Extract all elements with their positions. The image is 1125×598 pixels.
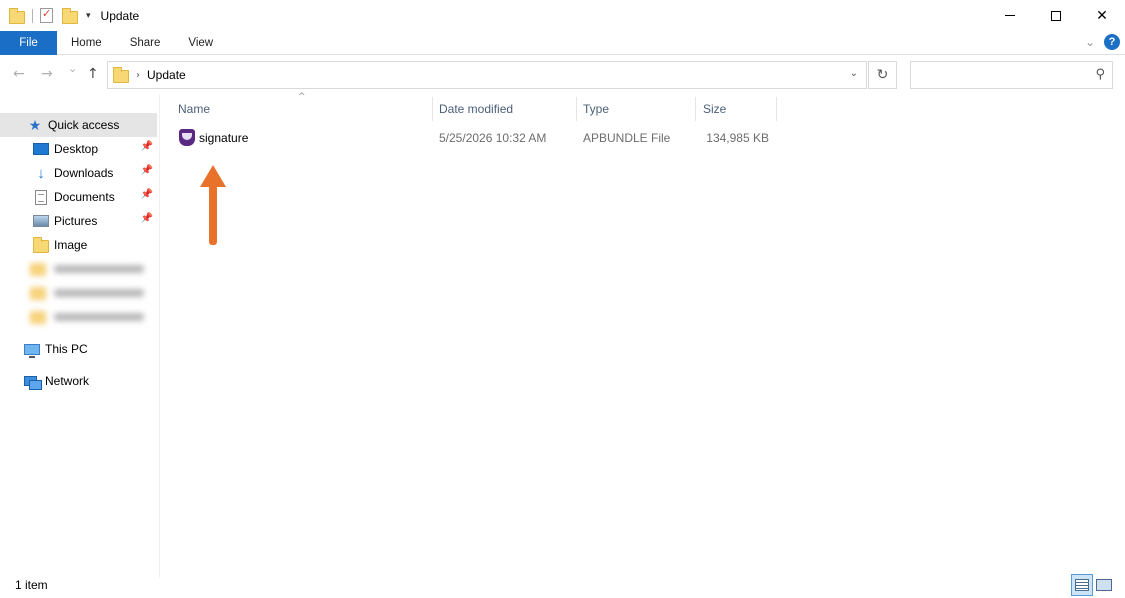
minimize-button[interactable] <box>987 0 1033 31</box>
search-icon: ⚲ <box>1095 67 1105 82</box>
new-folder-icon[interactable] <box>62 7 78 24</box>
folder-icon <box>113 66 129 83</box>
sidebar-item-label: Network <box>45 374 90 388</box>
pin-icon: 📌 <box>140 165 153 176</box>
column-divider[interactable] <box>576 97 577 121</box>
download-icon: ↓ <box>37 164 45 182</box>
window-title: Update <box>100 8 140 23</box>
forward-button[interactable]: → <box>41 66 53 82</box>
refresh-button[interactable]: ↻ <box>868 61 897 89</box>
large-icons-view-button[interactable] <box>1093 574 1115 596</box>
chevron-down-icon[interactable]: ⌄ <box>850 68 858 79</box>
blurred-folder-item[interactable] <box>30 284 158 302</box>
apbundle-file-icon <box>179 129 195 146</box>
properties-icon[interactable] <box>40 7 56 24</box>
sidebar-item-this-pc[interactable]: This PC <box>0 337 157 361</box>
folder-icon <box>33 237 49 253</box>
search-input[interactable]: ⚲ <box>910 61 1113 89</box>
folder-icon[interactable] <box>9 7 25 24</box>
window-controls: ✕ <box>987 0 1125 31</box>
network-icon <box>24 373 42 390</box>
maximize-button[interactable] <box>1033 0 1079 31</box>
pictures-icon <box>33 213 49 229</box>
close-icon: ✕ <box>1096 7 1108 24</box>
sidebar-item-quick-access[interactable]: ★ Quick access <box>0 113 157 137</box>
sidebar-item-label: Quick access <box>48 118 120 132</box>
back-button[interactable]: ← <box>13 66 25 82</box>
table-row[interactable]: signature 5/25/2026 10:32 AM APBUNDLE Fi… <box>175 127 775 149</box>
help-icon[interactable]: ? <box>1104 34 1120 50</box>
toolbar-divider <box>32 8 33 23</box>
sidebar-item-label: This PC <box>45 342 88 356</box>
column-header-size[interactable]: Size <box>703 96 726 122</box>
tab-share[interactable]: Share <box>116 31 175 55</box>
customize-dropdown-icon[interactable]: ▾ <box>86 11 91 21</box>
column-header-type[interactable]: Type <box>583 96 609 122</box>
file-type: APBUNDLE File <box>583 131 671 145</box>
document-icon <box>33 189 49 205</box>
details-view-button[interactable] <box>1071 574 1093 596</box>
sidebar-item-label: Desktop <box>54 142 99 156</box>
breadcrumb[interactable]: Update <box>147 68 186 82</box>
status-item-count: 1 item <box>15 578 48 592</box>
expand-ribbon-icon[interactable]: ⌄ <box>1085 35 1095 49</box>
computer-icon <box>24 341 40 358</box>
ribbon-tabs: File Home Share View ⌄ ? <box>0 30 1125 55</box>
sort-ascending-icon: ^ <box>298 92 306 102</box>
minimize-icon <box>1005 15 1015 16</box>
column-header-date[interactable]: Date modified <box>439 96 513 122</box>
column-divider[interactable] <box>776 97 777 121</box>
sidebar-item-documents[interactable]: Documents 📌 <box>0 185 157 209</box>
desktop-icon <box>33 141 49 157</box>
sidebar-item-downloads[interactable]: ↓ Downloads 📌 <box>0 161 157 185</box>
recent-locations-icon[interactable]: ⌄ <box>68 62 77 75</box>
tab-view[interactable]: View <box>174 31 227 55</box>
pin-icon: 📌 <box>140 141 153 152</box>
sidebar-item-pictures[interactable]: Pictures 📌 <box>0 209 157 233</box>
tab-file[interactable]: File <box>0 30 57 55</box>
sidebar-item-label: Image <box>54 238 88 252</box>
column-divider[interactable] <box>432 97 433 121</box>
close-button[interactable]: ✕ <box>1079 0 1125 31</box>
sidebar-item-network[interactable]: Network <box>0 369 157 393</box>
ribbon-right: ⌄ ? <box>1085 34 1120 50</box>
file-size: 134,985 KB <box>706 131 769 145</box>
up-button[interactable]: ↑ <box>87 66 99 82</box>
sidebar-item-label: Pictures <box>54 214 98 228</box>
sidebar-item-image[interactable]: Image <box>0 233 157 257</box>
address-bar[interactable]: › Update ⌄ <box>107 61 867 89</box>
navigation-pane: ★ Quick access Desktop 📌 ↓ Downloads 📌 D… <box>0 94 160 578</box>
sidebar-item-label: Documents <box>54 190 115 204</box>
chevron-right-icon: › <box>136 69 140 81</box>
title-bar: ▾ Update ✕ <box>0 0 1125 31</box>
pin-icon: 📌 <box>140 213 153 224</box>
maximize-icon <box>1051 10 1061 21</box>
view-toggle <box>1071 574 1115 596</box>
sidebar-item-label: Downloads <box>54 166 114 180</box>
column-header-name[interactable]: Name <box>178 96 210 122</box>
quick-access-toolbar: ▾ <box>0 7 91 24</box>
details-view-icon <box>1075 579 1089 591</box>
blurred-folder-item[interactable] <box>30 260 158 278</box>
tab-home[interactable]: Home <box>57 31 116 55</box>
star-icon: ★ <box>28 116 42 133</box>
file-name: signature <box>199 131 249 145</box>
file-date-modified: 5/25/2026 10:32 AM <box>439 131 547 145</box>
refresh-icon: ↻ <box>876 67 889 83</box>
column-divider[interactable] <box>695 97 696 121</box>
large-icons-view-icon <box>1096 579 1112 591</box>
annotation-arrow-icon <box>200 165 226 245</box>
pin-icon: 📌 <box>140 189 153 200</box>
blurred-folder-item[interactable] <box>30 308 158 326</box>
sidebar-item-desktop[interactable]: Desktop 📌 <box>0 137 157 161</box>
